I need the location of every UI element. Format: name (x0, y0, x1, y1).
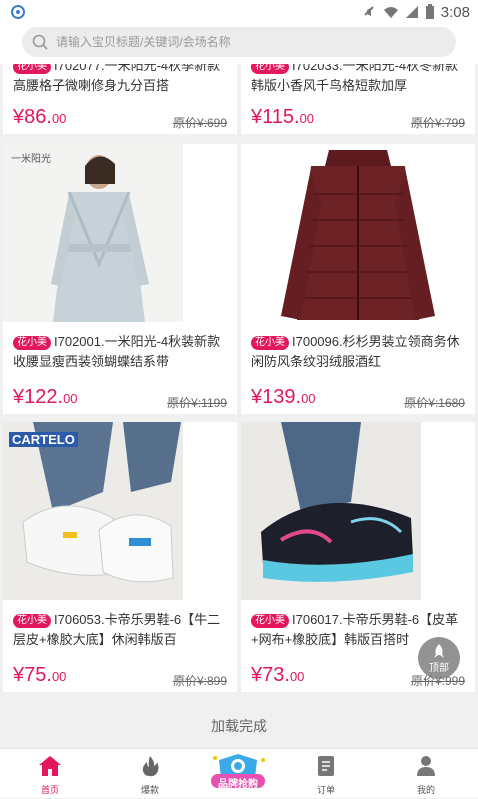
product-title: 花小美 I702001.一米阳光-4秋装新款收腰显瘦西装领蝴蝶结系带 (13, 334, 221, 369)
search-box[interactable] (22, 27, 456, 57)
tab-home[interactable]: 首页 (2, 749, 98, 799)
tab-label: 首页 (40, 785, 59, 795)
mute-icon (364, 6, 374, 16)
tab-orders[interactable]: 订单 (278, 749, 374, 799)
jacket-photo (241, 144, 475, 322)
promo-badge-label: 品牌抢购 (218, 779, 258, 790)
original-price: 原价¥:799 (410, 116, 465, 130)
sneaker-photo (241, 422, 475, 600)
product-title: 花小美 I706053.卡帝乐男鞋-6【牛二层皮+橡胶大底】休闲韩版百 (13, 612, 221, 647)
home-icon (39, 756, 61, 776)
product-card[interactable]: 花小美 I702033.一米阳光-4秋冬新款韩版小香风千鸟格短款加厚 ¥115.0… (241, 64, 475, 134)
product-tag: 花小美 (13, 336, 51, 350)
product-tag: 花小美 (13, 614, 51, 628)
search-icon (32, 34, 48, 50)
tab-label: 我的 (416, 785, 435, 795)
product-image (241, 144, 475, 322)
rocket-icon (434, 643, 444, 658)
product-image: CARTELO (3, 422, 237, 600)
battery-icon (425, 4, 434, 19)
product-price: ¥75.00 (13, 664, 67, 686)
product-price: ¥139.00 (251, 386, 316, 408)
original-price: 原价¥:899 (172, 674, 227, 688)
brand-logo: CARTELO (9, 432, 78, 447)
white-shoe-photo (3, 422, 237, 600)
brand-watermark: 一米阳光 (11, 154, 51, 165)
product-image (241, 422, 475, 600)
tab-mine[interactable]: 我的 (378, 749, 474, 799)
coat-photo (3, 144, 237, 322)
clock: 3:08 (440, 3, 470, 21)
product-feed[interactable]: 花小美 I702077.一米阳光-4秋季新款高腰格子微喇修身九分百搭 ¥86.00… (0, 64, 478, 748)
tab-label: 爆款 (140, 785, 159, 795)
status-bar: 3:08 (0, 0, 478, 24)
product-tag: 花小美 (251, 614, 289, 628)
product-tag: 花小美 (13, 64, 51, 74)
product-tag: 花小美 (251, 64, 289, 74)
product-title: 花小美 I702033.一米阳光-4秋冬新款韩版小香风千鸟格短款加厚 (251, 64, 467, 96)
product-card[interactable]: 花小美 I700096.杉杉男装立领商务休闲防风条纹羽绒服酒红 ¥139.00 原… (241, 144, 475, 414)
back-to-top-button[interactable]: 顶部 (418, 637, 460, 679)
order-icon (318, 756, 334, 776)
flame-icon (142, 756, 159, 777)
product-card[interactable]: 一米阳光 花小美 I702001.一米阳光-4秋装新款收腰显瘦西装领蝴蝶结系带 ¥… (3, 144, 237, 414)
back-to-top-label: 顶部 (429, 662, 449, 674)
product-price: ¥122.00 (13, 386, 78, 408)
search-input[interactable] (56, 35, 436, 49)
signal-icon (405, 6, 418, 18)
search-bar (0, 24, 478, 64)
product-price: ¥73.00 (251, 664, 305, 686)
original-price: 原价¥:699 (172, 116, 227, 130)
product-title: 花小美 I702077.一米阳光-4秋季新款高腰格子微喇修身九分百搭 (13, 64, 229, 96)
product-price: ¥86.00 (13, 106, 67, 128)
brand-sale-badge[interactable]: 品牌抢购 (207, 752, 269, 792)
tab-hot[interactable]: 爆款 (102, 749, 198, 799)
wifi-icon (383, 7, 398, 18)
product-image: 一米阳光 (3, 144, 237, 322)
product-tag: 花小美 (251, 336, 289, 350)
original-price: 原价¥:1680 (404, 396, 465, 410)
load-complete-text: 加载完成 (211, 718, 267, 734)
tab-label: 订单 (316, 785, 335, 795)
product-price: ¥115.00 (251, 106, 315, 128)
product-card[interactable]: 花小美 I702077.一米阳光-4秋季新款高腰格子微喇修身九分百搭 ¥86.00… (3, 64, 237, 134)
user-icon (417, 756, 435, 776)
product-card[interactable]: CARTELO 花小美 I706053.卡帝乐男鞋-6【牛二层皮+橡胶大底】休闲韩… (3, 422, 237, 692)
app-notification-icon (11, 5, 25, 19)
original-price: 原价¥:1199 (167, 396, 227, 410)
product-title: 花小美 I700096.杉杉男装立领商务休闲防风条纹羽绒服酒红 (251, 334, 460, 369)
system-status: 3:08 (363, 3, 470, 21)
